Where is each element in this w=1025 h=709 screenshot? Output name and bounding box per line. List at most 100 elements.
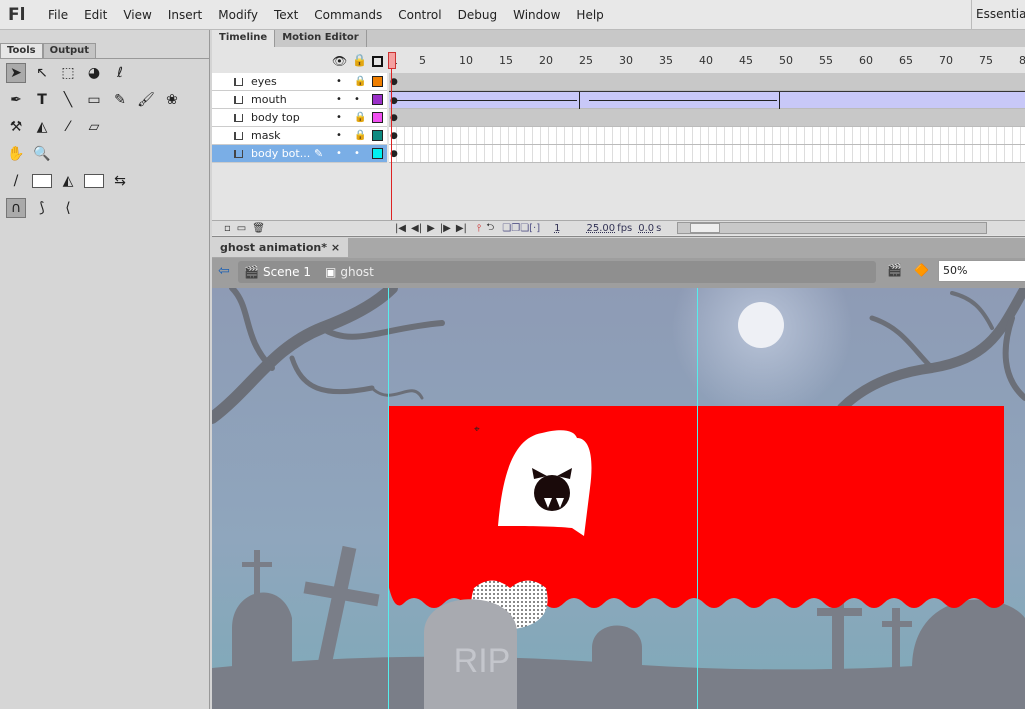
- layer-row[interactable]: mouth • •: [212, 91, 387, 109]
- tab-tools[interactable]: Tools: [0, 43, 43, 58]
- tab-output[interactable]: Output: [42, 43, 97, 58]
- ruler-label: 10: [459, 54, 473, 67]
- layer-color-swatch[interactable]: [372, 148, 383, 159]
- layer-name[interactable]: mask: [251, 129, 321, 142]
- visibility-dot[interactable]: •: [336, 148, 342, 159]
- breadcrumb-scene[interactable]: Scene 1: [263, 265, 311, 279]
- paint-bucket-icon[interactable]: ◭: [32, 117, 52, 137]
- visibility-dot[interactable]: •: [336, 112, 342, 123]
- new-folder-icon[interactable]: ▭: [237, 223, 246, 234]
- layer-row[interactable]: mask • 🔒: [212, 127, 387, 145]
- tab-timeline[interactable]: Timeline: [212, 30, 276, 47]
- lock-icon[interactable]: 🔒: [352, 53, 367, 67]
- eyedropper-icon[interactable]: ⁄: [58, 117, 78, 137]
- document-tab[interactable]: ghost animation* ×: [212, 238, 349, 257]
- selection-tool-icon[interactable]: ➤: [6, 62, 26, 83]
- layer-row[interactable]: body top • 🔒: [212, 109, 387, 127]
- edit-scene-icon[interactable]: 🎬: [887, 263, 902, 277]
- visibility-dot[interactable]: •: [336, 94, 342, 105]
- eye-icon[interactable]: 👁: [332, 54, 347, 68]
- menu-file[interactable]: File: [40, 8, 76, 22]
- eraser-icon[interactable]: ▱: [84, 117, 104, 137]
- current-frame[interactable]: 1: [554, 223, 560, 234]
- edit-symbols-icon[interactable]: 🔶: [914, 263, 929, 277]
- center-frame-icon[interactable]: ⫯: [477, 223, 481, 234]
- free-transform-icon[interactable]: ⬚: [58, 63, 78, 83]
- back-arrow-icon[interactable]: ⇦: [218, 263, 230, 279]
- layer-row[interactable]: body bot... ✎ • •: [212, 145, 387, 163]
- rectangle-tool-icon[interactable]: ▭: [84, 90, 104, 110]
- workspace-switcher[interactable]: Essentials: [971, 0, 1025, 30]
- swap-colors-icon[interactable]: ⇆: [110, 171, 130, 191]
- menu-view[interactable]: View: [115, 8, 159, 22]
- new-layer-icon[interactable]: ▫: [224, 223, 231, 234]
- layer-row[interactable]: eyes • 🔒: [212, 73, 387, 91]
- hand-tool-icon[interactable]: ✋: [6, 144, 26, 164]
- menu-debug[interactable]: Debug: [450, 8, 505, 22]
- play-icon[interactable]: ▶: [427, 223, 435, 234]
- text-tool-icon[interactable]: T: [32, 90, 52, 110]
- menu-control[interactable]: Control: [390, 8, 449, 22]
- layer-frames[interactable]: ●: [389, 109, 1025, 127]
- frame-rate[interactable]: 25.00: [587, 223, 616, 234]
- brush-tool-icon[interactable]: 🖌: [136, 90, 156, 110]
- lock-icon[interactable]: 🔒: [354, 130, 366, 141]
- layer-frames[interactable]: ●: [389, 145, 1025, 163]
- symbol-icon: ▣: [325, 265, 337, 279]
- tab-motion-editor[interactable]: Motion Editor: [275, 30, 367, 47]
- unlock-dot[interactable]: •: [354, 94, 360, 105]
- lasso-icon[interactable]: ℓ: [110, 63, 130, 83]
- first-frame-icon[interactable]: |◀: [395, 223, 406, 234]
- layer-frames[interactable]: ●: [389, 91, 1025, 109]
- loop-icon[interactable]: ⮌: [486, 220, 494, 237]
- zoom-tool-icon[interactable]: 🔍: [32, 144, 52, 164]
- next-frame-icon[interactable]: |▶: [440, 223, 451, 234]
- playhead[interactable]: [388, 52, 396, 69]
- delete-layer-icon[interactable]: 🗑: [252, 223, 265, 234]
- menu-edit[interactable]: Edit: [76, 8, 115, 22]
- breadcrumb-symbol[interactable]: ghost: [340, 265, 374, 279]
- layer-name[interactable]: eyes: [251, 75, 321, 88]
- zoom-input[interactable]: 50%: [938, 260, 1025, 282]
- menu-text[interactable]: Text: [266, 8, 306, 22]
- layer-color-swatch[interactable]: [372, 76, 383, 87]
- 3d-rotation-icon[interactable]: ◕: [84, 63, 104, 83]
- stage[interactable]: RIP ⌖: [212, 288, 1025, 709]
- menu-modify[interactable]: Modify: [210, 8, 266, 22]
- layer-frames[interactable]: ●: [389, 73, 1025, 91]
- subselection-tool-icon[interactable]: ↖: [32, 63, 52, 83]
- layer-name[interactable]: mouth: [251, 93, 321, 106]
- deco-tool-icon[interactable]: ❀: [162, 90, 182, 110]
- prev-frame-icon[interactable]: ◀|: [411, 223, 422, 234]
- fill-color-swatch[interactable]: [84, 173, 104, 188]
- visibility-dot[interactable]: •: [336, 130, 342, 141]
- layer-frames[interactable]: ●: [389, 127, 1025, 145]
- layer-color-swatch[interactable]: [372, 112, 383, 123]
- layer-color-swatch[interactable]: [372, 94, 383, 105]
- straighten-icon[interactable]: ⟨: [58, 198, 78, 218]
- elapsed-time[interactable]: 0.0: [638, 223, 654, 234]
- onion-skin-icon[interactable]: ❏❐❏[·]: [502, 223, 540, 234]
- line-tool-icon[interactable]: ╲: [58, 90, 78, 110]
- pencil-tool-icon[interactable]: ✎: [110, 90, 130, 110]
- layer-name[interactable]: body top: [251, 111, 321, 124]
- smooth-icon[interactable]: ⟆: [32, 198, 52, 218]
- menu-help[interactable]: Help: [568, 8, 611, 22]
- last-frame-icon[interactable]: ▶|: [456, 223, 467, 234]
- menu-insert[interactable]: Insert: [160, 8, 210, 22]
- menu-window[interactable]: Window: [505, 8, 568, 22]
- layer-color-swatch[interactable]: [372, 130, 383, 141]
- bone-tool-icon[interactable]: ⚒: [6, 117, 26, 137]
- outline-icon[interactable]: [372, 56, 383, 67]
- stroke-color-swatch[interactable]: [32, 173, 52, 188]
- lock-icon[interactable]: 🔒: [354, 112, 366, 123]
- snap-magnet-icon[interactable]: ∩: [6, 197, 26, 218]
- menu-commands[interactable]: Commands: [306, 8, 390, 22]
- scroll-thumb[interactable]: [690, 223, 721, 233]
- layer-name[interactable]: body bot...: [251, 147, 321, 160]
- lock-icon[interactable]: 🔒: [354, 76, 366, 87]
- visibility-dot[interactable]: •: [336, 76, 342, 87]
- timeline-scrollbar[interactable]: [677, 222, 988, 234]
- unlock-dot[interactable]: •: [354, 148, 360, 159]
- pen-tool-icon[interactable]: ✒: [6, 90, 26, 110]
